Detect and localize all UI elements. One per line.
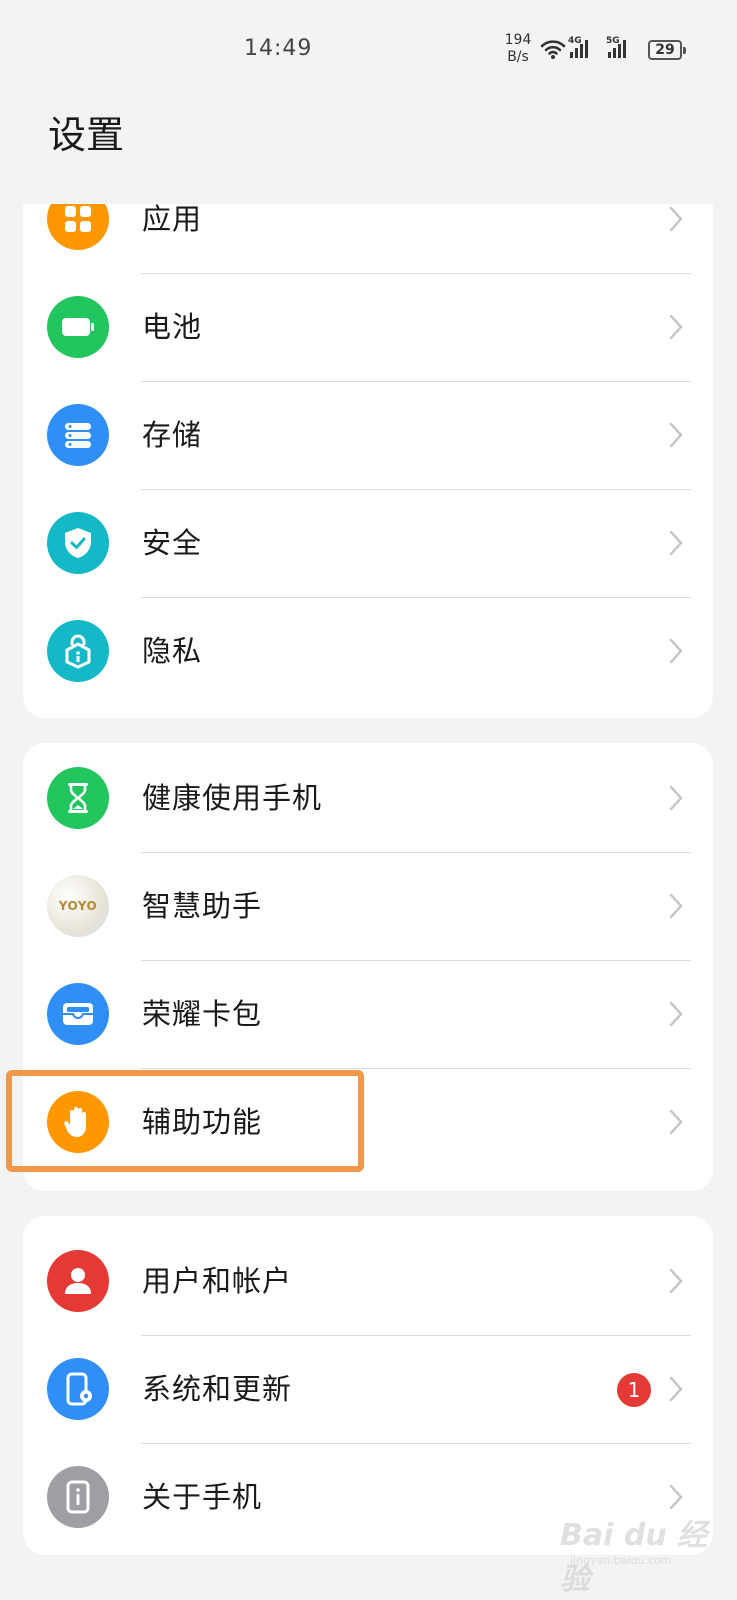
watermark-url: jingyan.baidu.com <box>570 1554 672 1567</box>
chevron-right-icon <box>669 530 683 556</box>
chevron-right-icon <box>669 893 683 919</box>
wifi-icon <box>540 38 566 64</box>
storage-icon <box>47 404 109 466</box>
settings-item-system-update[interactable]: 系统和更新 1 <box>23 1334 713 1444</box>
settings-item-apps[interactable]: 应用 <box>23 204 713 274</box>
settings-item-users-accounts[interactable]: 用户和帐户 <box>23 1226 713 1336</box>
chevron-right-icon <box>669 1376 683 1402</box>
settings-item-privacy[interactable]: 隐私 <box>23 596 713 706</box>
notification-badge: 1 <box>617 1373 651 1407</box>
settings-item-security[interactable]: 安全 <box>23 488 713 598</box>
page-title: 设置 <box>48 113 125 157</box>
cellular-signal-icon: 5G <box>606 36 628 64</box>
settings-item-label: 系统和更新 <box>142 1372 293 1406</box>
settings-item-label: 用户和帐户 <box>142 1264 293 1298</box>
privacy-lock-icon <box>47 620 109 682</box>
settings-item-label: 智慧助手 <box>142 889 263 923</box>
apps-icon <box>47 204 109 250</box>
status-bar: 14:49 194 B/s 4G 5G 29 <box>0 0 737 100</box>
yoyo-assistant-icon: YOYO <box>47 875 109 937</box>
chevron-right-icon <box>669 422 683 448</box>
chevron-right-icon <box>669 1001 683 1027</box>
settings-item-label: 应用 <box>142 204 203 236</box>
settings-item-wallet[interactable]: 荣耀卡包 <box>23 959 713 1069</box>
battery-icon <box>47 296 109 358</box>
hourglass-icon <box>47 767 109 829</box>
about-phone-icon <box>47 1466 109 1528</box>
user-icon <box>47 1250 109 1312</box>
chevron-right-icon <box>669 206 683 232</box>
status-time: 14:49 <box>244 36 313 61</box>
settings-item-label: 存储 <box>142 418 203 452</box>
settings-item-smart-assistant[interactable]: YOYO 智慧助手 <box>23 851 713 961</box>
wallet-icon <box>47 983 109 1045</box>
settings-item-digital-balance[interactable]: 健康使用手机 <box>23 743 713 853</box>
settings-item-battery[interactable]: 电池 <box>23 272 713 382</box>
signal-4g-label: 4G <box>568 36 582 46</box>
baidu-jingyan-watermark: Bai du 经验 jingyan.baidu.com <box>560 1510 730 1597</box>
settings-item-label: 安全 <box>142 526 203 560</box>
chevron-right-icon <box>669 785 683 811</box>
chevron-right-icon <box>669 1268 683 1294</box>
settings-item-storage[interactable]: 存储 <box>23 380 713 490</box>
settings-group-3: 用户和帐户 系统和更新 1 关于手机 <box>23 1216 713 1555</box>
settings-item-label: 健康使用手机 <box>142 781 323 815</box>
system-update-icon <box>47 1358 109 1420</box>
settings-item-label: 隐私 <box>142 634 203 668</box>
signal-5g-label: 5G <box>606 36 620 46</box>
network-speed: 194 B/s <box>504 32 532 65</box>
settings-item-label: 关于手机 <box>142 1480 263 1514</box>
chevron-right-icon <box>669 638 683 664</box>
cellular-signal-icon: 4G <box>568 36 590 64</box>
chevron-right-icon <box>669 1109 683 1135</box>
highlight-annotation-box <box>6 1070 364 1172</box>
settings-group-1: 应用 电池 存储 安全 隐私 <box>23 204 713 718</box>
shield-icon <box>47 512 109 574</box>
battery-indicator: 29 <box>648 40 686 60</box>
settings-item-label: 荣耀卡包 <box>142 997 263 1031</box>
chevron-right-icon <box>669 314 683 340</box>
settings-item-label: 电池 <box>142 310 203 344</box>
chevron-right-icon <box>669 1484 683 1510</box>
yoyo-icon-text: YOYO <box>58 899 98 913</box>
